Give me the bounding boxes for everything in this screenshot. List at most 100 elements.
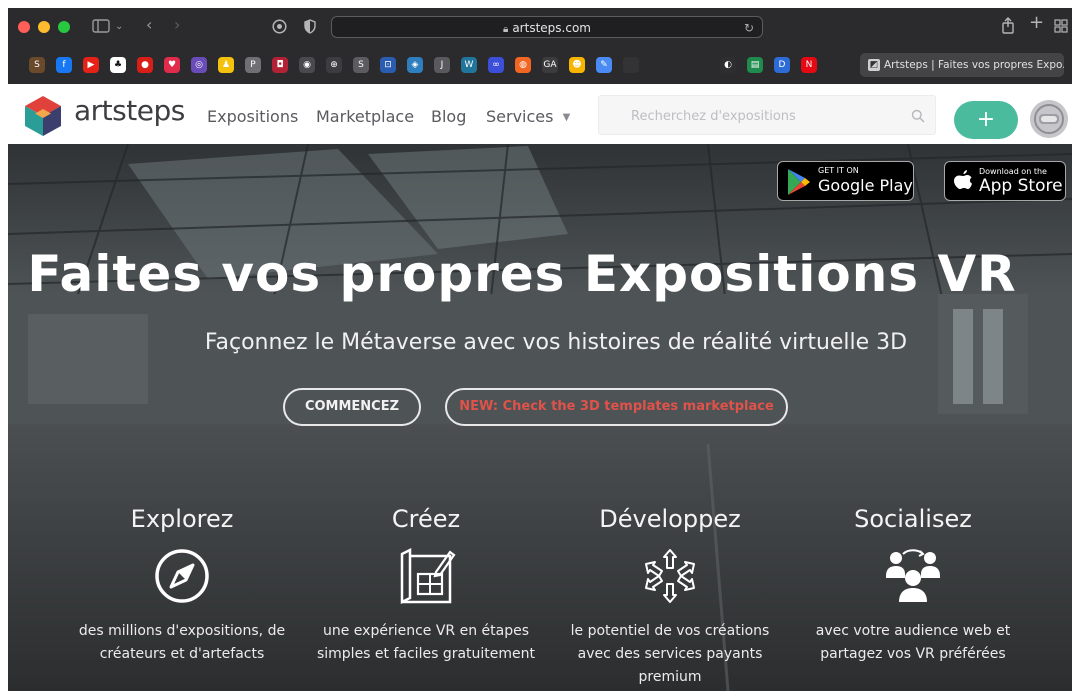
feature-title: Créez [391,505,461,533]
users-group-icon [883,546,943,606]
google-play-button[interactable]: GET IT ON Google Play [777,161,914,201]
generic-favicon-icon[interactable]: S [29,57,45,73]
hero-subtitle: Façonnez le Métaverse avec vos histoires… [204,330,908,355]
generic-favicon-icon[interactable] [623,57,639,73]
google-play-small-text: GET IT ON [818,166,859,175]
generic-favicon-icon[interactable]: P [245,57,261,73]
browser-window: ⌄ ‹ › 🔒︎ artsteps.com ↻ + ◩ Artsteps | Fa… [8,8,1072,691]
browser-toolbar: ⌄ ‹ › 🔒︎ artsteps.com ↻ + [8,8,1072,44]
feature-text-line: une expérience VR en étapes [322,623,530,639]
templates-marketplace-button[interactable]: NEW: Check the 3D templates marketplace [445,388,788,426]
feature-text: le potentiel de vos créations avec des s… [545,620,795,689]
back-icon[interactable]: ‹ [146,17,152,33]
generic-favicon-icon[interactable]: ◎ [191,57,207,73]
shield-icon[interactable] [304,19,316,37]
generic-favicon-icon[interactable]: ☻ [569,57,585,73]
feature-explore: Explorez des millions d'expositions, de … [57,504,307,666]
generic-favicon-icon[interactable]: ◐ [720,57,736,73]
start-button[interactable]: COMMENCEZ [283,388,421,426]
forward-icon[interactable]: › [174,17,180,33]
active-tab[interactable]: ◩ Artsteps | Faites vos propres Expo... [860,53,1064,77]
feature-text: des millions d'expositions, de créateurs… [57,620,307,666]
privacy-report-icon[interactable] [272,19,287,37]
compass-icon [152,546,212,606]
artsteps-logo-icon[interactable] [20,93,66,143]
generic-favicon-icon[interactable]: ♟ [218,57,234,73]
feature-title: Développez [599,505,741,533]
chevron-down-icon[interactable]: ⌄ [115,20,123,34]
sidebar-toggle-icon[interactable] [92,19,110,36]
generic-favicon-icon[interactable]: ⊕ [326,57,342,73]
create-exhibition-button[interactable]: + [954,101,1018,139]
address-bar[interactable]: 🔒︎ artsteps.com ↻ [331,16,763,38]
close-window-button[interactable] [18,21,30,33]
generic-favicon-icon[interactable]: GA [542,57,558,73]
feature-text-line: des millions d'expositions, de [78,623,286,639]
generic-favicon-icon[interactable]: ▤ [747,57,763,73]
share-icon[interactable] [1001,17,1015,37]
nav-blog[interactable]: Blog [431,108,466,126]
caret-down-icon: ▼ [562,112,571,123]
hero-title: Faites vos propres Expositions VR [27,245,1017,303]
feature-socialize: Socialisez avec votre audience web et pa… [788,504,1038,666]
feature-create: Créez une expérience VR en étapes simple… [301,504,551,666]
generic-favicon-icon[interactable]: ◘ [272,57,288,73]
feature-title: Explorez [130,505,234,533]
generic-favicon-icon[interactable]: D [774,57,790,73]
feature-title: Socialisez [854,505,972,533]
app-store-big-text: App Store [979,176,1063,196]
generic-favicon-icon[interactable]: ◉ [299,57,315,73]
address-text: artsteps.com [512,21,591,35]
avatar[interactable] [1030,100,1068,138]
google-play-icon [788,169,810,195]
new-tab-icon[interactable]: + [1029,14,1044,32]
reload-icon[interactable]: ↻ [744,17,754,39]
feature-develop: Développez le potentiel de vos créations… [545,504,795,689]
tab-title: Artsteps | Faites vos propres Expo... [884,59,1064,71]
feature-text-line: le potentiel de vos créations [570,623,770,639]
nav-marketplace[interactable]: Marketplace [316,108,414,126]
generic-favicon-icon[interactable]: ◈ [407,57,423,73]
vr-headset-icon [1030,100,1068,138]
feature-text-line: simples et faciles gratuitement [316,646,536,662]
feature-text-line: premium [638,669,702,685]
search-input[interactable] [629,105,893,127]
search-box[interactable] [598,95,936,135]
favorites-bar: ◩ Artsteps | Faites vos propres Expo... … [8,44,1072,84]
tab-overview-icon[interactable] [1054,19,1068,36]
feature-text-line: partagez vos VR préférées [820,646,1006,662]
nav-expositions[interactable]: Expositions [207,108,298,126]
generic-favicon-icon[interactable]: ∞ [488,57,504,73]
logo-text[interactable]: artsteps [74,94,185,128]
heart-icon[interactable]: ♥ [164,57,180,73]
nav-services[interactable]: Services ▼ [486,108,570,127]
minimize-window-button[interactable] [38,21,50,33]
generic-favicon-icon[interactable]: ♣ [110,57,126,73]
hero-section: GET IT ON Google Play Download on the Ap… [8,144,1072,691]
feature-text-line: créateurs et d'artefacts [99,646,265,662]
artsteps-favicon-icon: ◩ [868,59,880,71]
generic-favicon-icon[interactable]: ● [137,57,153,73]
expand-arrows-icon [640,546,700,606]
search-icon[interactable] [911,108,925,127]
generic-favicon-icon[interactable]: ⊡ [380,57,396,73]
blueprint-icon [396,546,456,606]
site-header: artsteps Expositions Marketplace Blog Se… [8,84,1072,144]
app-store-button[interactable]: Download on the App Store [944,161,1066,201]
zoom-window-button[interactable] [58,21,70,33]
google-play-big-text: Google Play [818,176,913,195]
lock-icon: 🔒︎ [503,24,509,35]
youtube-icon[interactable]: ▶ [83,57,99,73]
nav-services-label: Services [486,107,554,126]
generic-favicon-icon[interactable]: S [353,57,369,73]
feature-text: une expérience VR en étapes simples et f… [301,620,551,666]
facebook-icon[interactable]: f [56,57,72,73]
feature-text: avec votre audience web et partagez vos … [788,620,1038,666]
generic-favicon-icon[interactable]: J [434,57,450,73]
feature-text-line: avec des services payants [577,646,763,662]
apple-icon [954,170,972,189]
wordpress-icon[interactable]: W [461,57,477,73]
generic-favicon-icon[interactable]: ◍ [515,57,531,73]
generic-favicon-icon[interactable]: ✎ [596,57,612,73]
netflix-icon[interactable]: N [801,57,817,73]
